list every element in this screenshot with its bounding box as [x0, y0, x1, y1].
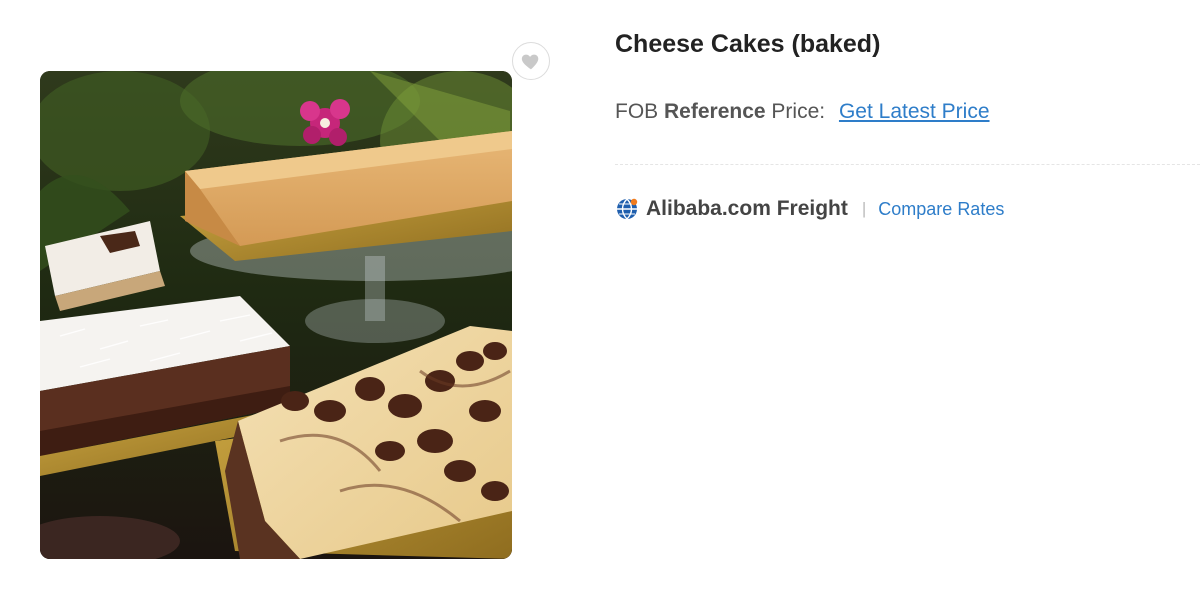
price-emphasis: Reference: [664, 100, 766, 123]
product-detail-page: Cheese Cakes (baked) FOB Reference Price…: [0, 0, 1200, 605]
freight-row: Alibaba.com Freight | Compare Rates: [615, 197, 1004, 221]
separator: |: [861, 199, 867, 218]
heart-icon: [521, 54, 539, 70]
favorite-button[interactable]: [512, 42, 550, 80]
globe-icon: [617, 198, 638, 220]
get-latest-price-link[interactable]: Get Latest Price: [839, 100, 990, 123]
price-row: FOB Reference Price: Get Latest Price: [615, 100, 990, 124]
cheese-cakes-photo: [40, 71, 512, 559]
divider: [615, 164, 1200, 165]
price-prefix: FOB: [615, 100, 659, 123]
price-suffix: Price:: [771, 100, 826, 123]
compare-rates-link[interactable]: Compare Rates: [878, 199, 1004, 220]
freight-name: Alibaba.com Freight: [646, 197, 848, 220]
product-title: Cheese Cakes (baked): [615, 30, 881, 58]
product-image[interactable]: [40, 71, 512, 559]
